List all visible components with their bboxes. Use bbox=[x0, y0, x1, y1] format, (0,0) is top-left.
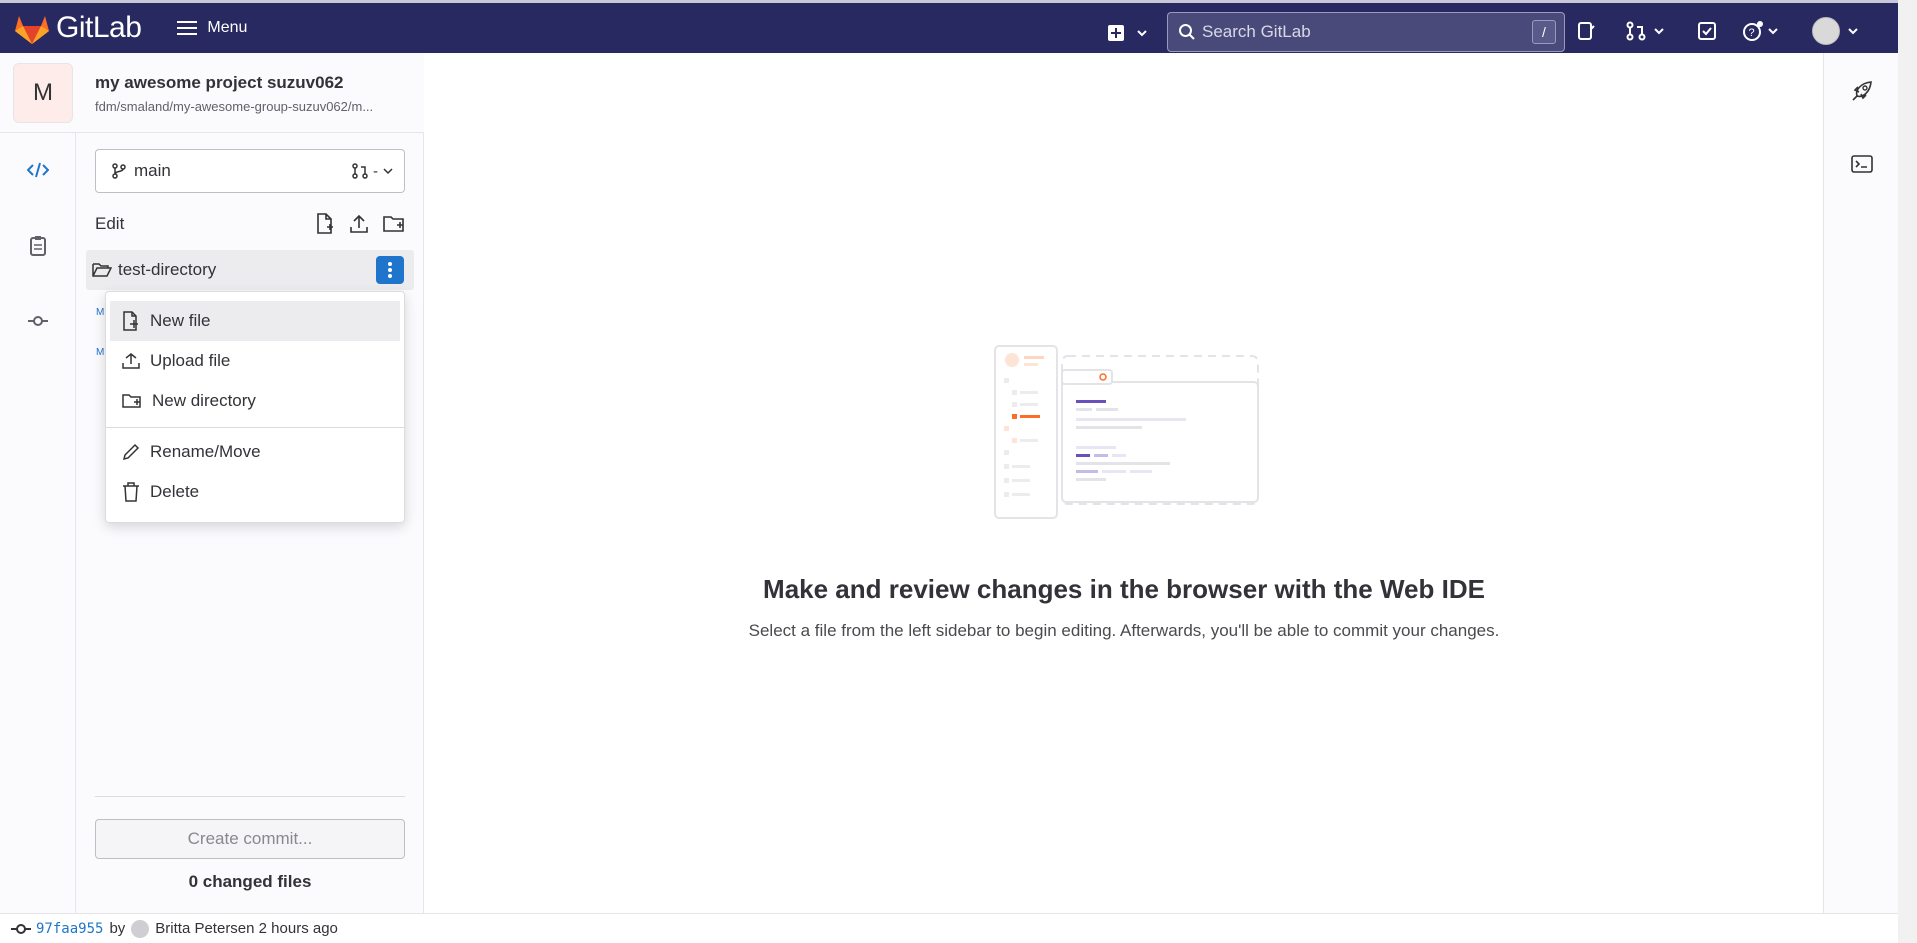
file-tree-panel: main - Edit test-directory M M Create co… bbox=[76, 133, 424, 913]
empty-state-description: Select a file from the left sidebar to b… bbox=[748, 621, 1500, 640]
changed-files-count: 0 changed files bbox=[188, 872, 312, 891]
folder-open-icon bbox=[92, 263, 112, 277]
project-header: M my awesome project suzuv062 fdm/smalan… bbox=[0, 53, 424, 133]
new-folder-icon bbox=[122, 394, 141, 408]
search-box[interactable]: Search GitLab / bbox=[1167, 12, 1565, 52]
web-ide-illustration bbox=[994, 345, 1259, 519]
search-shortcut-badge: / bbox=[1532, 20, 1556, 44]
review-mode-button[interactable] bbox=[22, 230, 54, 262]
commit-hash-link[interactable]: 97faa955 bbox=[36, 921, 103, 937]
plus-square-icon bbox=[1108, 25, 1124, 41]
project-path: fdm/smaland/my-awesome-group-suzuv062/m.… bbox=[95, 99, 374, 114]
empty-state-title: Make and review changes in the browser w… bbox=[763, 574, 1485, 604]
branch-name: main bbox=[134, 161, 171, 180]
upload-icon[interactable] bbox=[349, 214, 369, 234]
folder-actions-dropdown: New file Upload file New directory Renam… bbox=[105, 291, 405, 523]
commit-icon bbox=[11, 923, 31, 934]
user-menu-button[interactable] bbox=[1812, 15, 1860, 47]
search-placeholder: Search GitLab bbox=[1202, 22, 1311, 41]
issues-icon bbox=[1578, 22, 1595, 40]
menu-item-label: Delete bbox=[150, 482, 200, 501]
tree-item-hidden[interactable]: M bbox=[96, 347, 104, 358]
folder-name: test-directory bbox=[118, 260, 217, 279]
menu-item-upload-file[interactable]: Upload file bbox=[110, 341, 400, 381]
menu-divider bbox=[106, 427, 404, 428]
todos-button[interactable] bbox=[1697, 15, 1717, 47]
commit-by-label: by bbox=[109, 920, 126, 937]
new-file-icon[interactable] bbox=[315, 213, 335, 235]
commit-icon bbox=[28, 316, 48, 326]
help-button[interactable]: ? bbox=[1742, 15, 1780, 47]
pencil-icon bbox=[122, 443, 140, 461]
tree-item-hidden[interactable]: M bbox=[96, 307, 104, 318]
tree-item-folder[interactable]: test-directory bbox=[86, 250, 414, 290]
edit-label: Edit bbox=[95, 214, 125, 233]
create-new-button[interactable] bbox=[1104, 15, 1152, 51]
terminal-button[interactable] bbox=[1850, 152, 1874, 176]
commit-mode-button[interactable] bbox=[22, 305, 54, 337]
menu-button[interactable]: Menu bbox=[171, 10, 253, 46]
merge-requests-button[interactable] bbox=[1626, 15, 1666, 47]
edit-header: Edit bbox=[95, 209, 405, 239]
issues-button[interactable] bbox=[1576, 15, 1596, 47]
rocket-icon bbox=[1852, 81, 1872, 101]
create-commit-button[interactable]: Create commit... bbox=[95, 819, 405, 859]
folder-actions-button[interactable] bbox=[376, 256, 404, 284]
menu-item-delete[interactable]: Delete bbox=[110, 472, 400, 512]
divider bbox=[95, 796, 405, 797]
code-icon bbox=[27, 162, 49, 178]
menu-item-label: New directory bbox=[152, 391, 256, 410]
clipboard-icon bbox=[30, 236, 46, 256]
branch-selector[interactable]: main - bbox=[95, 149, 405, 193]
merge-request-value: - bbox=[373, 162, 378, 180]
activity-bar bbox=[0, 53, 76, 913]
chevron-down-icon bbox=[1768, 28, 1778, 35]
gitlab-logo[interactable]: GitLab bbox=[14, 3, 142, 53]
kebab-menu-icon bbox=[388, 262, 392, 278]
top-navbar: GitLab Menu Search GitLab / ? bbox=[0, 0, 1898, 53]
search-icon bbox=[1179, 24, 1195, 40]
user-avatar bbox=[1812, 17, 1840, 45]
logo-text: GitLab bbox=[56, 11, 142, 44]
svg-text:?: ? bbox=[1749, 27, 1755, 39]
author-avatar bbox=[131, 919, 150, 938]
menu-item-new-file[interactable]: New file bbox=[110, 301, 400, 341]
chevron-down-icon bbox=[1848, 28, 1858, 35]
menu-item-new-directory[interactable]: New directory bbox=[110, 381, 400, 421]
help-icon: ? bbox=[1743, 21, 1763, 41]
menu-item-label: Rename/Move bbox=[150, 442, 261, 461]
merge-request-icon bbox=[1626, 21, 1646, 41]
menu-item-label: New file bbox=[150, 311, 211, 330]
commit-author-time: Britta Petersen 2 hours ago bbox=[155, 920, 338, 937]
chevron-down-icon bbox=[383, 168, 393, 175]
branch-icon bbox=[112, 163, 126, 179]
right-panel-bar bbox=[1823, 53, 1898, 913]
pipelines-button[interactable] bbox=[1850, 79, 1874, 103]
merge-request-selector[interactable]: - bbox=[351, 162, 394, 180]
project-name[interactable]: my awesome project suzuv062 bbox=[95, 73, 344, 93]
new-folder-icon[interactable] bbox=[383, 214, 405, 234]
terminal-icon bbox=[1851, 155, 1873, 173]
status-bar: 97faa955 by Britta Petersen 2 hours ago bbox=[0, 913, 1898, 943]
edit-mode-button[interactable] bbox=[22, 154, 54, 186]
menu-label: Menu bbox=[207, 19, 248, 36]
project-avatar[interactable]: M bbox=[13, 63, 73, 123]
todo-icon bbox=[1698, 22, 1716, 40]
tanuki-icon bbox=[15, 16, 49, 44]
chevron-down-icon bbox=[1654, 28, 1664, 35]
menu-item-rename-move[interactable]: Rename/Move bbox=[110, 432, 400, 472]
upload-icon bbox=[122, 353, 140, 369]
merge-request-icon bbox=[352, 163, 368, 179]
new-file-icon bbox=[123, 311, 138, 331]
chevron-down-icon bbox=[1137, 30, 1147, 37]
trash-icon bbox=[123, 482, 139, 502]
menu-item-label: Upload file bbox=[150, 351, 231, 370]
hamburger-icon bbox=[177, 21, 198, 35]
window-scrollbar[interactable] bbox=[1898, 0, 1917, 943]
